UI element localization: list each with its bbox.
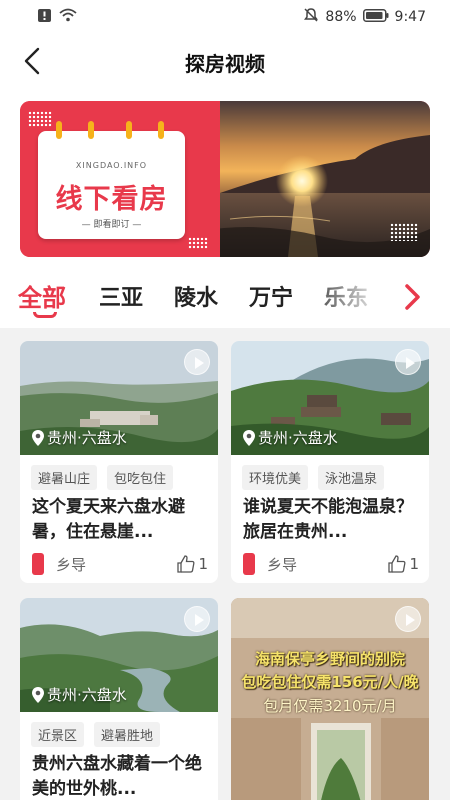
wifi-icon [59,8,77,26]
promo-overlay-line2: 包吃包住仅需156元/人/晚 [241,673,419,691]
calendar-ring [56,121,62,139]
location-pin-icon [243,429,255,446]
video-thumbnail: 海南保亭乡野间的别院 包吃包住仅需156元/人/晚 包月仅需3210元/月 [231,598,429,800]
tag-list: 环境优美 泳池温泉 [242,465,385,490]
brand-logo-icon [243,553,255,575]
card-title: 这个夏天来六盘水避暑，住在悬崖... [32,497,185,542]
promo-overlay-line3: 包月仅需3210元/月 [263,697,397,715]
page-title: 探房视频 [185,52,265,76]
author-name: 乡导 [267,555,298,574]
tag: 避暑山庄 [31,465,98,490]
tab-all[interactable]: 全部 [18,278,66,313]
video-thumbnail: 贵州·六盘水 [231,341,429,455]
card-title: 谁说夏天不能泡温泉？旅居在贵州... [243,497,413,542]
banner-section: XINGDAO.INFO 线下看房 — 即看即订 — [0,88,450,266]
like-button[interactable]: 1 [388,555,419,573]
promo-overlay-line1: 海南保亭乡野间的别院 [254,650,405,668]
card-title: 贵州六盘水藏着一个绝美的世外桃... [32,754,202,799]
status-bar: 88% 9:47 [0,0,450,34]
author-name: 乡导 [56,555,87,574]
mute-icon [303,7,319,27]
video-thumbnail: 贵州·六盘水 [20,341,218,455]
alert-icon [38,8,51,26]
location-label: 贵州·六盘水 [32,427,127,448]
tab-sanya[interactable]: 三亚 [99,280,143,312]
chevron-right-icon [405,284,420,310]
play-icon [395,606,421,632]
region-tabs: 全部 三亚 陵水 万宁 乐东 [0,266,450,328]
brand-logo-icon [32,553,44,575]
tag: 包吃包住 [107,465,174,490]
thumbs-up-icon [388,555,406,573]
tag: 近景区 [31,722,85,747]
video-card[interactable]: 贵州·六盘水 环境优美 泳池温泉 谁说夏天不能泡温泉？旅居在贵州... 乡导 1 [231,341,429,583]
banner-headline: 线下看房 [55,184,168,215]
tab-lingshui[interactable]: 陵水 [174,280,218,312]
battery-percent: 88% [325,9,357,25]
tag-list: 近景区 避暑胜地 [31,722,161,747]
sunset-sea-image [200,101,430,257]
tag: 泳池温泉 [318,465,385,490]
tag-list: 避暑山庄 包吃包住 [31,465,174,490]
dot-pattern [28,111,52,127]
like-count: 1 [198,555,208,573]
banner-subtitle: — 即看即订 — [81,220,142,230]
location-label: 贵州·六盘水 [243,427,338,448]
tag: 避暑胜地 [94,722,161,747]
card-footer: 乡导 1 [32,553,208,575]
nav-bar: 探房视频 [0,34,450,88]
play-icon [184,606,210,632]
promo-banner[interactable]: XINGDAO.INFO 线下看房 — 即看即订 — [20,101,430,257]
tab-fade [300,266,390,328]
location-text: 贵州·六盘水 [47,686,127,704]
play-icon [184,349,210,375]
tag: 环境优美 [242,465,309,490]
calendar-ring [88,121,94,139]
tab-more-button[interactable] [398,282,426,312]
location-pin-icon [32,686,44,703]
like-count: 1 [409,555,419,573]
location-label: 贵州·六盘水 [32,684,127,705]
location-text: 贵州·六盘水 [47,429,127,447]
video-thumbnail: 贵州·六盘水 [20,598,218,712]
video-card[interactable]: 贵州·六盘水 近景区 避暑胜地 贵州六盘水藏着一个绝美的世外桃... [20,598,218,800]
video-card[interactable]: 海南保亭乡野间的别院 包吃包住仅需156元/人/晚 包月仅需3210元/月 [231,598,429,800]
clock: 9:47 [394,9,426,25]
dot-pattern [390,223,418,241]
play-icon [395,349,421,375]
location-pin-icon [32,429,44,446]
thumbs-up-icon [177,555,195,573]
calendar-ring [126,121,132,139]
dot-pattern [188,237,208,249]
card-footer: 乡导 1 [243,553,419,575]
location-text: 贵州·六盘水 [258,429,338,447]
video-card[interactable]: 贵州·六盘水 避暑山庄 包吃包住 这个夏天来六盘水避暑，住在悬崖... 乡导 1 [20,341,218,583]
active-tab-indicator [33,312,57,318]
banner-red-panel: XINGDAO.INFO 线下看房 — 即看即订 — [20,101,220,257]
like-button[interactable]: 1 [177,555,208,573]
battery-icon [362,8,389,26]
calendar-ring [158,121,164,139]
calendar-card: XINGDAO.INFO 线下看房 — 即看即订 — [38,121,185,239]
banner-site: XINGDAO.INFO [75,161,148,170]
tab-wanning[interactable]: 万宁 [249,280,293,312]
